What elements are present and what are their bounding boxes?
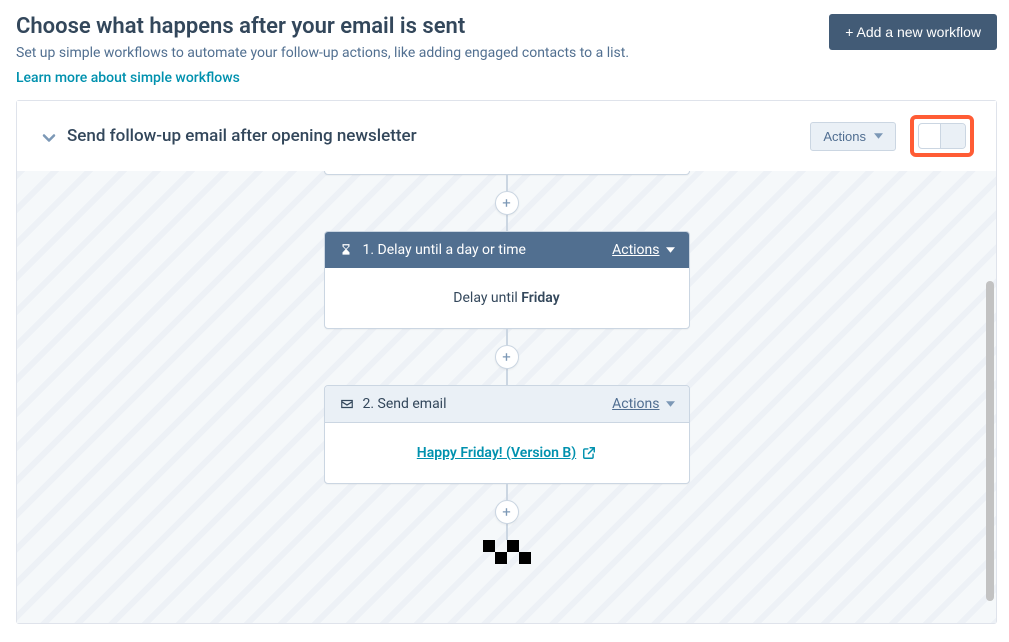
panel-actions-label: Actions (823, 129, 866, 144)
scrollbar[interactable] (986, 281, 994, 601)
envelope-icon (339, 397, 353, 411)
workflow-panel: Send follow-up email after opening newsl… (16, 100, 997, 624)
workflow-panel-header[interactable]: Send follow-up email after opening newsl… (17, 101, 996, 171)
toggle-highlight (910, 115, 974, 157)
workflow-enable-toggle[interactable] (918, 123, 966, 149)
page-title: Choose what happens after your email is … (16, 14, 629, 39)
workflow-canvas[interactable]: + 1. Delay until a day or time Actions (17, 171, 996, 623)
page-subtitle: Set up simple workflows to automate your… (16, 45, 629, 61)
delay-card-title: 1. Delay until a day or time (363, 242, 526, 258)
learn-more-link[interactable]: Learn more about simple workflows (16, 70, 240, 86)
add-step-button[interactable]: + (495, 345, 519, 369)
workflow-title: Send follow-up email after opening newsl… (67, 126, 417, 146)
email-link[interactable]: Happy Friday! (Version B) (417, 445, 596, 461)
email-card-title: 2. Send email (363, 396, 447, 412)
delay-card[interactable]: 1. Delay until a day or time Actions Del… (324, 231, 690, 329)
panel-actions-button[interactable]: Actions (810, 122, 896, 151)
email-actions-link[interactable]: Actions (612, 396, 674, 412)
caret-down-icon (874, 133, 883, 139)
chevron-down-icon (39, 128, 55, 144)
email-card[interactable]: 2. Send email Actions Happy Friday! (Ver… (324, 385, 690, 484)
delay-card-body: Delay until Friday (325, 268, 689, 328)
finish-flag-icon (483, 540, 531, 564)
external-link-icon (582, 446, 596, 460)
add-step-button[interactable]: + (495, 191, 519, 215)
add-step-button[interactable]: + (495, 500, 519, 524)
add-workflow-button[interactable]: + Add a new workflow (829, 14, 997, 50)
hourglass-icon (339, 243, 353, 257)
delay-actions-link[interactable]: Actions (612, 242, 674, 258)
